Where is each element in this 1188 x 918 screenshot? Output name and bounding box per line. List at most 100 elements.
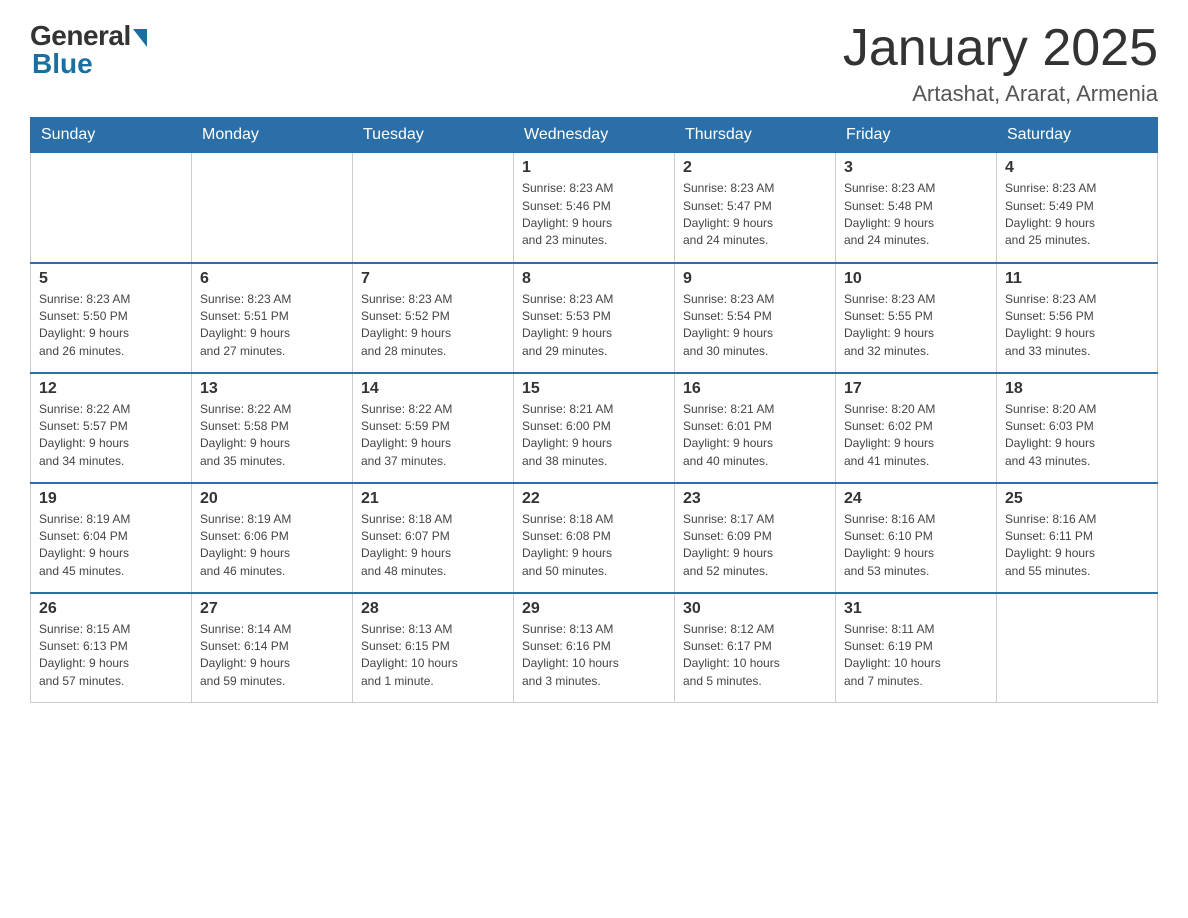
- calendar-cell: 10 Sunrise: 8:23 AM Sunset: 5:55 PM Dayli…: [836, 263, 997, 373]
- calendar-cell: [31, 153, 192, 263]
- day-info: Sunrise: 8:13 AM Sunset: 6:15 PM Dayligh…: [361, 621, 505, 691]
- day-number: 8: [522, 270, 666, 288]
- calendar-cell: 21 Sunrise: 8:18 AM Sunset: 6:07 PM Dayli…: [353, 483, 514, 593]
- day-number: 11: [1005, 270, 1149, 288]
- calendar-cell: 25 Sunrise: 8:16 AM Sunset: 6:11 PM Dayli…: [997, 483, 1158, 593]
- calendar-cell: 24 Sunrise: 8:16 AM Sunset: 6:10 PM Dayli…: [836, 483, 997, 593]
- day-info: Sunrise: 8:21 AM Sunset: 6:00 PM Dayligh…: [522, 401, 666, 471]
- day-number: 9: [683, 270, 827, 288]
- day-number: 15: [522, 380, 666, 398]
- day-number: 28: [361, 600, 505, 618]
- day-info: Sunrise: 8:16 AM Sunset: 6:10 PM Dayligh…: [844, 511, 988, 581]
- day-info: Sunrise: 8:21 AM Sunset: 6:01 PM Dayligh…: [683, 401, 827, 471]
- day-number: 20: [200, 490, 344, 508]
- calendar-cell: 14 Sunrise: 8:22 AM Sunset: 5:59 PM Dayli…: [353, 373, 514, 483]
- day-info: Sunrise: 8:17 AM Sunset: 6:09 PM Dayligh…: [683, 511, 827, 581]
- day-info: Sunrise: 8:23 AM Sunset: 5:51 PM Dayligh…: [200, 291, 344, 361]
- calendar-cell: 1 Sunrise: 8:23 AM Sunset: 5:46 PM Daylig…: [514, 153, 675, 263]
- day-number: 27: [200, 600, 344, 618]
- day-number: 21: [361, 490, 505, 508]
- month-title: January 2025: [843, 20, 1158, 77]
- calendar-cell: 18 Sunrise: 8:20 AM Sunset: 6:03 PM Dayli…: [997, 373, 1158, 483]
- day-number: 16: [683, 380, 827, 398]
- day-number: 23: [683, 490, 827, 508]
- calendar-cell: 7 Sunrise: 8:23 AM Sunset: 5:52 PM Daylig…: [353, 263, 514, 373]
- day-number: 19: [39, 490, 183, 508]
- day-number: 1: [522, 159, 666, 177]
- calendar-cell: 17 Sunrise: 8:20 AM Sunset: 6:02 PM Dayli…: [836, 373, 997, 483]
- day-info: Sunrise: 8:23 AM Sunset: 5:46 PM Dayligh…: [522, 180, 666, 250]
- calendar-cell: 22 Sunrise: 8:18 AM Sunset: 6:08 PM Dayli…: [514, 483, 675, 593]
- day-number: 22: [522, 490, 666, 508]
- calendar-week-3: 12Sunrise: 8:22 AM Sunset: 5:57 PM Dayli…: [31, 373, 1158, 483]
- calendar-cell: 16 Sunrise: 8:21 AM Sunset: 6:01 PM Dayli…: [675, 373, 836, 483]
- calendar-cell: 12Sunrise: 8:22 AM Sunset: 5:57 PM Dayli…: [31, 373, 192, 483]
- day-info: Sunrise: 8:23 AM Sunset: 5:54 PM Dayligh…: [683, 291, 827, 361]
- day-number: 6: [200, 270, 344, 288]
- calendar-cell: 11 Sunrise: 8:23 AM Sunset: 5:56 PM Dayli…: [997, 263, 1158, 373]
- calendar-cell: 19Sunrise: 8:19 AM Sunset: 6:04 PM Dayli…: [31, 483, 192, 593]
- calendar-week-2: 5 Sunrise: 8:23 AM Sunset: 5:50 PM Daylig…: [31, 263, 1158, 373]
- calendar-cell: 31Sunrise: 8:11 AM Sunset: 6:19 PM Dayli…: [836, 593, 997, 703]
- day-info: Sunrise: 8:18 AM Sunset: 6:08 PM Dayligh…: [522, 511, 666, 581]
- page-header: General Blue January 2025 Artashat, Arar…: [30, 20, 1158, 107]
- day-info: Sunrise: 8:12 AM Sunset: 6:17 PM Dayligh…: [683, 621, 827, 691]
- day-number: 10: [844, 270, 988, 288]
- logo: General Blue: [30, 20, 147, 80]
- day-info: Sunrise: 8:13 AM Sunset: 6:16 PM Dayligh…: [522, 621, 666, 691]
- day-info: Sunrise: 8:20 AM Sunset: 6:02 PM Dayligh…: [844, 401, 988, 471]
- day-info: Sunrise: 8:16 AM Sunset: 6:11 PM Dayligh…: [1005, 511, 1149, 581]
- calendar-cell: 4Sunrise: 8:23 AM Sunset: 5:49 PM Daylig…: [997, 153, 1158, 263]
- day-number: 26: [39, 600, 183, 618]
- day-info: Sunrise: 8:18 AM Sunset: 6:07 PM Dayligh…: [361, 511, 505, 581]
- day-info: Sunrise: 8:15 AM Sunset: 6:13 PM Dayligh…: [39, 621, 183, 691]
- title-block: January 2025 Artashat, Ararat, Armenia: [843, 20, 1158, 107]
- calendar-table: SundayMondayTuesdayWednesdayThursdayFrid…: [30, 117, 1158, 703]
- calendar-week-5: 26 Sunrise: 8:15 AM Sunset: 6:13 PM Dayli…: [31, 593, 1158, 703]
- calendar-cell: 9 Sunrise: 8:23 AM Sunset: 5:54 PM Daylig…: [675, 263, 836, 373]
- day-info: Sunrise: 8:22 AM Sunset: 5:59 PM Dayligh…: [361, 401, 505, 471]
- day-number: 24: [844, 490, 988, 508]
- calendar-cell: 28 Sunrise: 8:13 AM Sunset: 6:15 PM Dayli…: [353, 593, 514, 703]
- day-number: 3: [844, 159, 988, 177]
- calendar-week-1: 1 Sunrise: 8:23 AM Sunset: 5:46 PM Daylig…: [31, 153, 1158, 263]
- day-info: Sunrise: 8:23 AM Sunset: 5:48 PM Dayligh…: [844, 180, 988, 250]
- day-number: 30: [683, 600, 827, 618]
- column-header-saturday: Saturday: [997, 118, 1158, 153]
- column-header-wednesday: Wednesday: [514, 118, 675, 153]
- day-number: 13: [200, 380, 344, 398]
- calendar-cell: 5 Sunrise: 8:23 AM Sunset: 5:50 PM Daylig…: [31, 263, 192, 373]
- day-info: Sunrise: 8:23 AM Sunset: 5:52 PM Dayligh…: [361, 291, 505, 361]
- day-info: Sunrise: 8:23 AM Sunset: 5:56 PM Dayligh…: [1005, 291, 1149, 361]
- location-title: Artashat, Ararat, Armenia: [843, 81, 1158, 107]
- day-number: 25: [1005, 490, 1149, 508]
- day-number: 5: [39, 270, 183, 288]
- day-info: Sunrise: 8:20 AM Sunset: 6:03 PM Dayligh…: [1005, 401, 1149, 471]
- day-number: 18: [1005, 380, 1149, 398]
- day-info: Sunrise: 8:11 AM Sunset: 6:19 PM Dayligh…: [844, 621, 988, 691]
- calendar-cell: 26 Sunrise: 8:15 AM Sunset: 6:13 PM Dayli…: [31, 593, 192, 703]
- day-info: Sunrise: 8:19 AM Sunset: 6:06 PM Dayligh…: [200, 511, 344, 581]
- calendar-header-row: SundayMondayTuesdayWednesdayThursdayFrid…: [31, 118, 1158, 153]
- day-number: 7: [361, 270, 505, 288]
- calendar-cell: [997, 593, 1158, 703]
- day-number: 12: [39, 380, 183, 398]
- day-number: 17: [844, 380, 988, 398]
- calendar-cell: 30 Sunrise: 8:12 AM Sunset: 6:17 PM Dayli…: [675, 593, 836, 703]
- calendar-cell: [192, 153, 353, 263]
- calendar-cell: 6 Sunrise: 8:23 AM Sunset: 5:51 PM Daylig…: [192, 263, 353, 373]
- day-number: 29: [522, 600, 666, 618]
- day-info: Sunrise: 8:23 AM Sunset: 5:50 PM Dayligh…: [39, 291, 183, 361]
- calendar-week-4: 19Sunrise: 8:19 AM Sunset: 6:04 PM Dayli…: [31, 483, 1158, 593]
- logo-arrow-icon: [133, 29, 147, 47]
- calendar-cell: 20 Sunrise: 8:19 AM Sunset: 6:06 PM Dayli…: [192, 483, 353, 593]
- day-number: 2: [683, 159, 827, 177]
- day-number: 4: [1005, 159, 1149, 177]
- column-header-thursday: Thursday: [675, 118, 836, 153]
- column-header-monday: Monday: [192, 118, 353, 153]
- calendar-cell: 27Sunrise: 8:14 AM Sunset: 6:14 PM Dayli…: [192, 593, 353, 703]
- day-number: 14: [361, 380, 505, 398]
- day-info: Sunrise: 8:23 AM Sunset: 5:55 PM Dayligh…: [844, 291, 988, 361]
- column-header-tuesday: Tuesday: [353, 118, 514, 153]
- calendar-cell: 23 Sunrise: 8:17 AM Sunset: 6:09 PM Dayli…: [675, 483, 836, 593]
